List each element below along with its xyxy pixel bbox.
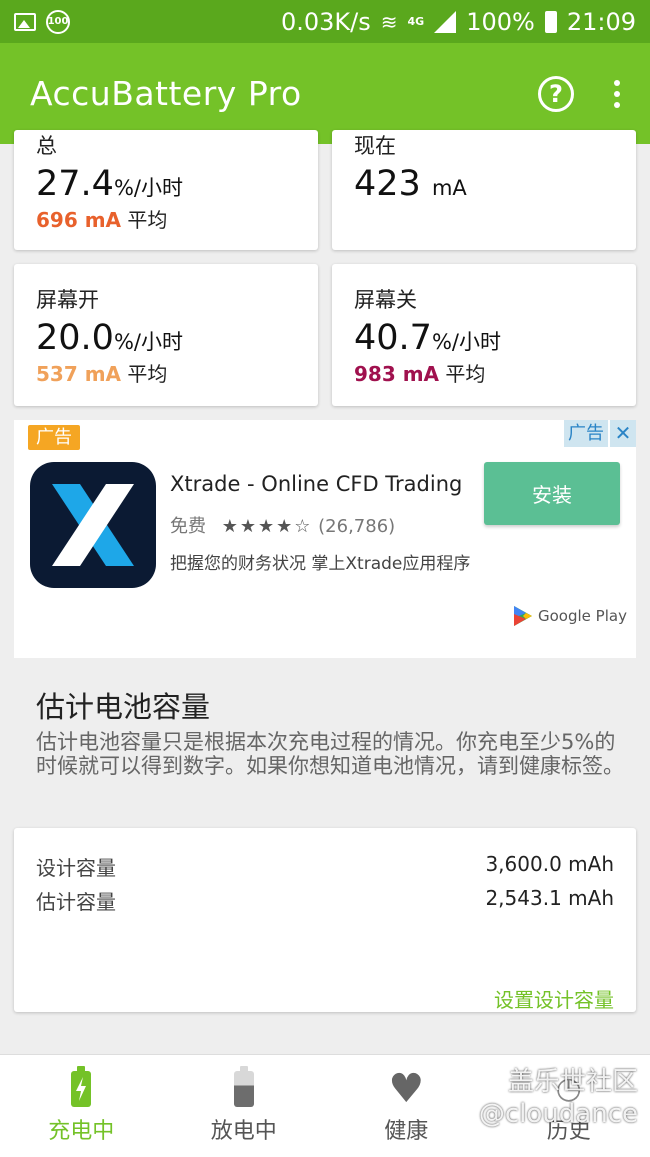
help-icon[interactable]: ?: [538, 76, 574, 112]
ad-tag: 广告: [28, 425, 80, 450]
tab-health[interactable]: ♥ 健康: [325, 1055, 488, 1157]
design-capacity-label: 设计容量: [36, 852, 116, 881]
gallery-notification-icon: [14, 13, 36, 31]
capacity-description: 估计电池容量只是根据本次充电过程的情况。你充电至少5%的时候就可以得到数字。如果…: [36, 730, 626, 778]
rating-stars-icon: ★★★★☆: [222, 516, 313, 537]
wifi-icon: ≋: [381, 10, 398, 34]
ad-description: 把握您的财务状况 掌上Xtrade应用程序: [170, 549, 470, 574]
capacity-title: 估计电池容量: [36, 684, 210, 726]
tab-label: 放电中: [211, 1113, 277, 1145]
tab-charging[interactable]: 充电中: [0, 1055, 163, 1157]
current-draw-card: 现在 423 mA: [332, 130, 636, 250]
estimated-capacity-value: 2,543.1 mAh: [485, 886, 614, 915]
screen-off-card: 屏幕关 40.7%/小时 983 mA 平均: [332, 264, 636, 406]
screen-off-average: 983 mA 平均: [354, 358, 614, 387]
estimated-capacity-label: 估计容量: [36, 886, 116, 915]
battery-percent: 100%: [466, 8, 535, 36]
estimated-capacity-row: 估计容量 2,543.1 mAh: [36, 886, 614, 915]
total-average: 696 mA 平均: [36, 204, 296, 233]
tab-label: 健康: [384, 1113, 428, 1145]
badge-100-icon: 100: [46, 10, 70, 34]
install-button[interactable]: 安装: [484, 462, 620, 525]
xtrade-logo-icon[interactable]: [30, 462, 156, 588]
status-bar: 100 0.03K/s ≋ 4G 100% 21:09: [0, 0, 650, 43]
battery-icon: [545, 11, 557, 33]
current-draw: 423 mA: [354, 164, 614, 204]
ad-choices[interactable]: 广告 ✕: [564, 420, 636, 447]
clock: 21:09: [567, 8, 636, 36]
screen-on-average: 537 mA 平均: [36, 358, 296, 387]
tab-discharging[interactable]: 放电中: [163, 1055, 326, 1157]
card-label: 屏幕开: [36, 284, 296, 314]
more-options-icon[interactable]: [614, 80, 620, 108]
app-title: AccuBattery Pro: [30, 74, 302, 113]
card-label: 屏幕关: [354, 284, 614, 314]
google-play-icon: [514, 606, 532, 626]
total-rate-card: 总 27.4%/小时 696 mA 平均: [14, 130, 318, 250]
close-icon[interactable]: ✕: [610, 420, 636, 447]
screen-on-rate: 20.0%/小时: [36, 318, 296, 358]
design-capacity-value: 3,600.0 mAh: [485, 852, 614, 881]
design-capacity-row: 设计容量 3,600.0 mAh: [36, 852, 614, 881]
signal-icon: [434, 11, 456, 33]
charging-battery-icon: [71, 1071, 91, 1107]
tab-label: 充电中: [48, 1113, 114, 1145]
ad-corner-label[interactable]: 广告: [564, 420, 608, 447]
network-type: 4G: [408, 15, 425, 28]
screen-off-rate: 40.7%/小时: [354, 318, 614, 358]
ad-banner[interactable]: 广告 广告 ✕ Xtrade - Online CFD Trading 免费 ★…: [14, 420, 636, 658]
capacity-card: 设计容量 3,600.0 mAh 估计容量 2,543.1 mAh 设置设计容量: [14, 828, 636, 1012]
card-label: 总: [36, 130, 296, 160]
watermark: 盖乐世社区 @cloudance: [479, 1066, 638, 1130]
google-play-badge: Google Play: [514, 606, 627, 626]
heart-icon: ♥: [388, 1071, 424, 1107]
network-speed: 0.03K/s: [281, 8, 371, 36]
ad-title[interactable]: Xtrade - Online CFD Trading: [170, 472, 462, 496]
ad-meta: 免费 ★★★★☆ (26,786): [170, 512, 395, 538]
ad-price: 免费: [170, 516, 206, 537]
set-design-capacity-link[interactable]: 设置设计容量: [494, 984, 614, 1013]
discharging-battery-icon: [234, 1071, 254, 1107]
screen-on-card: 屏幕开 20.0%/小时 537 mA 平均: [14, 264, 318, 406]
app-bar: AccuBattery Pro ?: [0, 43, 650, 144]
ad-reviews: (26,786): [318, 516, 395, 537]
card-label: 现在: [354, 130, 614, 160]
total-rate: 27.4%/小时: [36, 164, 296, 204]
